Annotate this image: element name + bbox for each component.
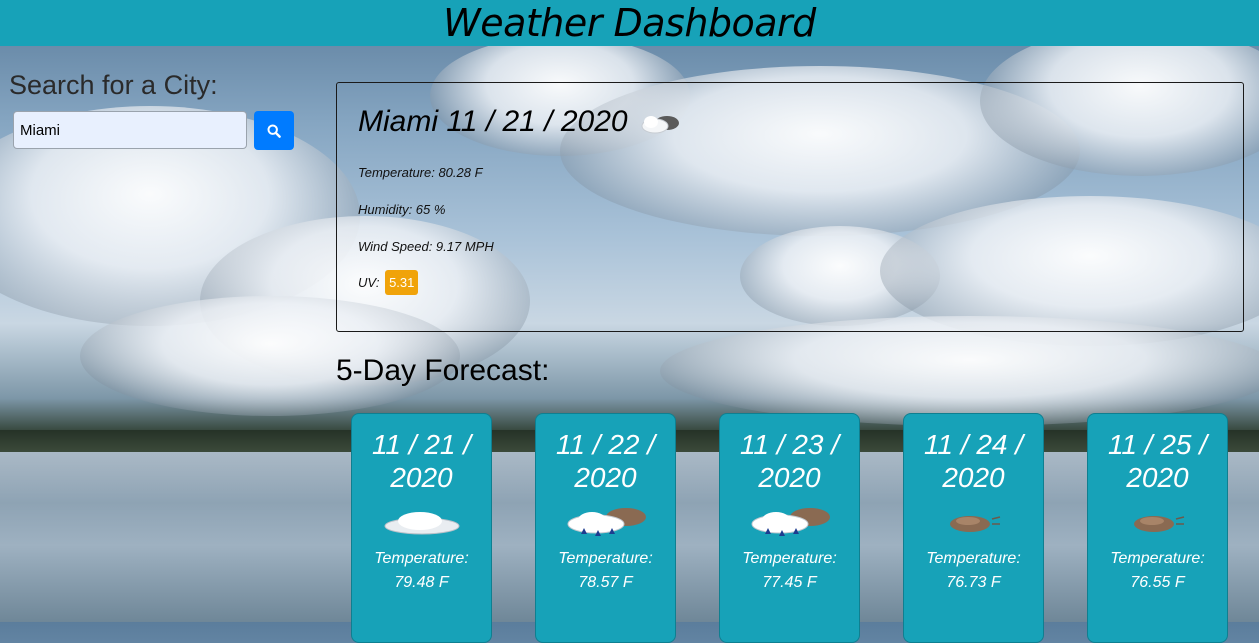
forecast-date-year: 2020 [574, 462, 637, 493]
forecast-card: 11 / 23 / 2020 Temperature: 77.45 F [719, 413, 860, 643]
partly-cloudy-icon [641, 116, 679, 134]
current-weather-title: Miami 11 / 21 / 2020 [358, 105, 682, 139]
forecast-card: 11 / 24 / 2020 Temperature: 76.73 F [903, 413, 1044, 643]
forecast-date: 11 / 22 / 2020 [536, 428, 675, 494]
search-icon [267, 124, 281, 138]
forecast-date-year: 2020 [942, 462, 1005, 493]
forecast-temperature-label: Temperature: [742, 550, 837, 567]
app-header: Weather Dashboard [0, 0, 1259, 46]
forecast-temperature: 76.55 F [1130, 574, 1185, 591]
forecast-date-line: 11 / 23 / [739, 429, 840, 460]
forecast-date: 11 / 24 / 2020 [904, 428, 1043, 494]
windy-cloud-icon [1133, 516, 1184, 532]
windy-cloud-icon [949, 516, 1000, 532]
forecast-date-line: 11 / 24 / [923, 429, 1024, 460]
search-button[interactable] [254, 111, 294, 150]
forecast-temperature-label: Temperature: [558, 550, 653, 567]
forecast-date-year: 2020 [1126, 462, 1189, 493]
uv-label: UV: [358, 275, 380, 290]
current-weather-panel: Miami 11 / 21 / 2020 Temperature: 80.28 … [336, 82, 1244, 332]
forecast-temperature: 76.73 F [946, 574, 1001, 591]
forecast-temperature: 77.45 F [762, 574, 817, 591]
search-label: Search for a City: [9, 70, 218, 100]
uv-index-badge: 5.31 [385, 270, 419, 295]
forecast-temperature-label: Temperature: [926, 550, 1021, 567]
rain-cloud-icon [751, 508, 830, 536]
rain-cloud-icon [567, 508, 646, 536]
forecast-temperature-label: Temperature: [374, 550, 469, 567]
forecast-card: 11 / 25 / 2020 Temperature: 76.55 F [1087, 413, 1228, 643]
forecast-date: 11 / 21 / 2020 [352, 428, 491, 494]
forecast-date-year: 2020 [390, 462, 453, 493]
forecast-card: 11 / 21 / 2020 Temperature: 79.48 F [351, 413, 492, 643]
forecast-date-line: 11 / 21 / [371, 429, 472, 460]
current-temperature: Temperature: 80.28 F [358, 165, 483, 180]
current-wind-speed: Wind Speed: 9.17 MPH [358, 239, 494, 254]
forecast-date-year: 2020 [758, 462, 821, 493]
forecast-card: 11 / 22 / 2020 Temperature: 78.57 F [535, 413, 676, 643]
forecast-temperature-label: Temperature: [1110, 550, 1205, 567]
forecast-heading: 5-Day Forecast: [336, 354, 550, 387]
forecast-date: 11 / 23 / 2020 [720, 428, 859, 494]
current-humidity: Humidity: 65 % [358, 202, 446, 217]
forecast-date: 11 / 25 / 2020 [1088, 428, 1227, 494]
cloud-icon [384, 512, 459, 535]
forecast-temperature: 79.48 F [394, 574, 449, 591]
current-uv: UV: 5.31 [358, 270, 419, 295]
forecast-temperature: 78.57 F [578, 574, 633, 591]
current-date: 11 / 21 / 2020 [446, 105, 628, 138]
forecast-date-line: 11 / 22 / [555, 429, 656, 460]
current-city: Miami [358, 105, 438, 138]
forecast-date-line: 11 / 25 / [1107, 429, 1208, 460]
page-title: Weather Dashboard [443, 1, 816, 45]
city-search-input[interactable] [13, 111, 247, 149]
